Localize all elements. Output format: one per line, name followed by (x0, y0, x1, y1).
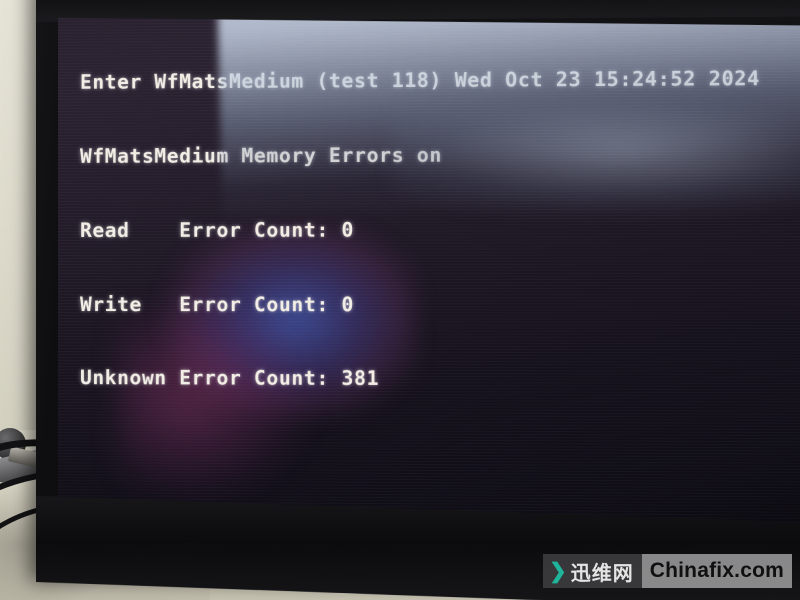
monitor-screen: Enter WfMatsMedium (test 118) Wed Oct 23… (57, 17, 800, 544)
photo-of-monitor: Enter WfMatsMedium (test 118) Wed Oct 23… (0, 0, 800, 600)
console-subtitle: WfMatsMedium Memory Errors on (80, 143, 443, 168)
screen-inner: Enter WfMatsMedium (test 118) Wed Oct 23… (57, 17, 800, 530)
write-error-count: Write Error Count: 0 (80, 292, 355, 316)
console-output: Enter WfMatsMedium (test 118) Wed Oct 23… (80, 18, 800, 543)
watermark: ❯ 迅维网 Chinafix.com (543, 554, 792, 588)
spacer-1 (80, 465, 800, 494)
watermark-site: Chinafix.com (641, 554, 792, 588)
chevron-right-icon: ❯ (549, 559, 567, 583)
unknown-error-count: Unknown Error Count: 381 (80, 366, 380, 391)
watermark-brand: ❯ 迅维网 (543, 554, 642, 588)
monitor: Enter WfMatsMedium (test 118) Wed Oct 23… (36, 0, 800, 600)
console-header-line: Enter WfMatsMedium (test 118) Wed Oct 23… (80, 66, 760, 94)
watermark-cn-text: 迅维网 (570, 562, 634, 585)
read-error-count: Read Error Count: 0 (80, 218, 355, 242)
